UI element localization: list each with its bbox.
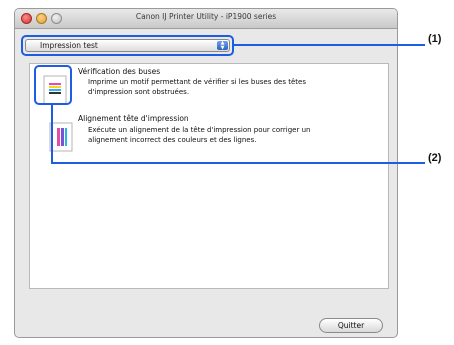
print-head-alignment-description: Exécute un alignement de la tête d'impre… — [88, 126, 311, 144]
print-head-alignment-title: Alignement tête d'impression — [78, 114, 189, 123]
nozzle-check-title: Vérification des buses — [78, 67, 161, 76]
quit-button[interactable]: Quitter — [319, 318, 383, 333]
icon-highlight-frame — [34, 65, 72, 105]
printer-utility-window: Canon IJ Printer Utility - iP1900 series… — [14, 8, 398, 338]
popup-highlight-frame — [21, 35, 234, 56]
title-bar: Canon IJ Printer Utility - iP1900 series — [15, 9, 397, 29]
nozzle-check-description: Imprime un motif permettant de vérifier … — [88, 78, 306, 96]
callout-label-2: (2) — [428, 152, 442, 164]
window-title: Canon IJ Printer Utility - iP1900 series — [135, 12, 277, 21]
callout-label-1: (1) — [428, 33, 442, 45]
print-head-alignment-icon[interactable] — [47, 121, 75, 153]
